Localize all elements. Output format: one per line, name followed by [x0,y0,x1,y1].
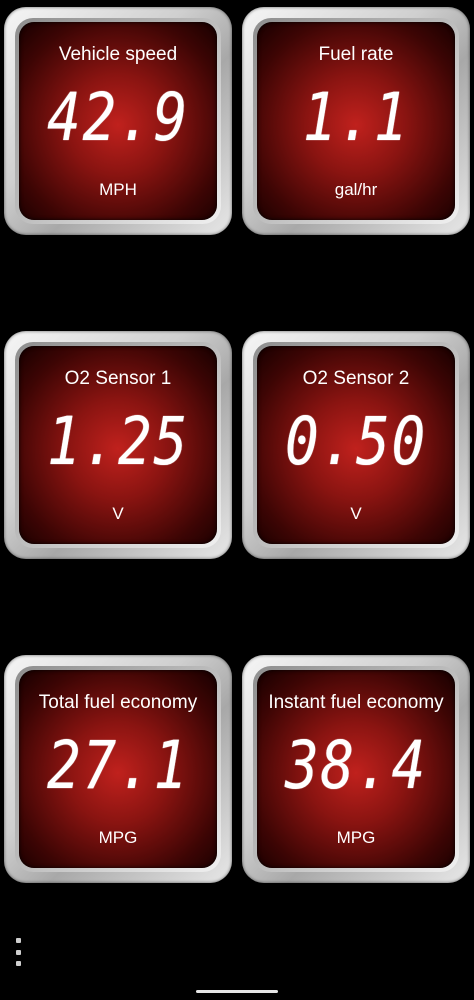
gauge-face: Instant fuel economy 38.4 MPG [257,670,455,868]
gauge-value: 38.4 [285,727,427,804]
gauge-bezel: O2 Sensor 2 0.50 V [253,342,459,548]
gauge-title: O2 Sensor 2 [302,368,410,389]
gauge-unit: MPG [336,828,376,847]
gauge-value: 0.50 [285,403,427,480]
gauge-title: Fuel rate [318,44,394,65]
gauge-bezel: Vehicle speed 42.9 MPH [15,18,221,224]
gauge-face: Fuel rate 1.1 gal/hr [257,22,455,220]
menu-dot [15,949,21,955]
gauge-face: O2 Sensor 2 0.50 V [257,346,455,544]
home-indicator[interactable] [196,990,278,993]
more-vertical-icon[interactable] [11,938,25,966]
gauge-face: Vehicle speed 42.9 MPH [19,22,217,220]
gauge-bezel: Total fuel economy 27.1 MPG [15,666,221,872]
menu-dot [15,938,21,943]
gauge-unit: V [350,504,362,523]
gauge-unit: MPH [99,180,137,199]
gauge-unit: V [112,504,124,523]
gauge-title: O2 Sensor 1 [64,368,172,389]
gauge-o2-sensor-1[interactable]: O2 Sensor 1 1.25 V [4,331,232,559]
gauge-unit: MPG [98,828,138,847]
gauge-face: O2 Sensor 1 1.25 V [19,346,217,544]
gauge-value: 27.1 [47,727,189,804]
gauge-unit: gal/hr [334,180,378,199]
gauge-title: Total fuel economy [38,692,198,713]
gauge-value: 1.1 [302,79,410,156]
gauge-bezel: Fuel rate 1.1 gal/hr [253,18,459,224]
gauge-value: 1.25 [47,403,189,480]
gauge-title: Vehicle speed [58,44,178,65]
gauge-bezel: O2 Sensor 1 1.25 V [15,342,221,548]
menu-dot [15,961,21,966]
gauge-face: Total fuel economy 27.1 MPG [19,670,217,868]
gauge-fuel-rate[interactable]: Fuel rate 1.1 gal/hr [242,7,470,235]
gauge-value: 42.9 [47,79,189,156]
gauge-o2-sensor-2[interactable]: O2 Sensor 2 0.50 V [242,331,470,559]
gauge-vehicle-speed[interactable]: Vehicle speed 42.9 MPH [4,7,232,235]
gauge-total-fuel-economy[interactable]: Total fuel economy 27.1 MPG [4,655,232,883]
gauge-title: Instant fuel economy [268,692,444,713]
gauge-instant-fuel-economy[interactable]: Instant fuel economy 38.4 MPG [242,655,470,883]
gauge-bezel: Instant fuel economy 38.4 MPG [253,666,459,872]
